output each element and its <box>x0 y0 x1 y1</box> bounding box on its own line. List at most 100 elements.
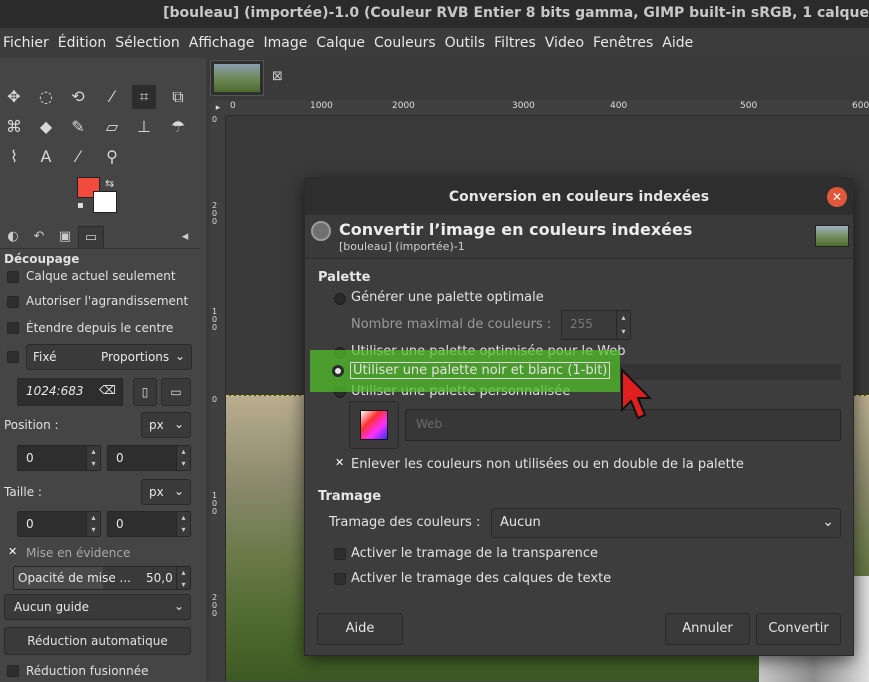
dock-menu-icon[interactable]: ◂ <box>172 226 198 248</box>
menu-fichier[interactable]: Fichier <box>3 35 49 51</box>
tab-devices-icon[interactable]: ▭ <box>78 226 104 248</box>
paintbrush-icon[interactable]: ✎ <box>66 115 90 139</box>
transform-tool-icon[interactable]: ⧉ <box>166 85 190 109</box>
clear-icon[interactable]: ⌫ <box>99 383 116 397</box>
generate-palette-label[interactable]: Générer une palette optimale <box>351 290 544 305</box>
dither-transparency-label[interactable]: Activer le tramage de la transparence <box>351 546 598 561</box>
highlight-opacity-label: Opacité de mise ... <box>18 571 131 585</box>
background-color[interactable] <box>93 191 117 213</box>
fixed-checkbox[interactable] <box>7 351 19 363</box>
fixed-mode-combo[interactable]: Fixé Proportions ⌄ <box>26 344 192 370</box>
tab-images-icon[interactable]: ▣ <box>52 226 78 248</box>
highlight-opacity-value: 50,0 <box>146 571 173 585</box>
bw-palette-radio[interactable] <box>332 365 344 377</box>
guides-combo[interactable]: Aucun guide ⌄ <box>4 594 191 620</box>
menu-video[interactable]: Video <box>545 35 584 51</box>
dither-text-layers-label[interactable]: Activer le tramage des calques de texte <box>351 571 611 586</box>
dialog-header-subtitle: [bouleau] (importée)-1 <box>339 240 465 253</box>
clone-tool-icon[interactable]: ⊥ <box>132 115 156 139</box>
swap-colors-icon[interactable]: ⇆ <box>105 177 114 190</box>
menu-couleurs[interactable]: Couleurs <box>374 35 436 51</box>
menu-selection[interactable]: Sélection <box>115 35 180 51</box>
generate-palette-radio[interactable] <box>334 293 346 305</box>
size-w-input[interactable]: 0 ▴ ▾ <box>17 511 101 537</box>
tool-options-title: Découpage <box>4 252 80 266</box>
spin-arrows-icon[interactable]: ▴ ▾ <box>176 567 190 589</box>
ruler-tick: 600 <box>852 101 869 111</box>
ruler-tick: 200 <box>212 201 218 226</box>
chevron-down-icon: ⌄ <box>173 599 184 613</box>
menu-fenetres[interactable]: Fenêtres <box>593 35 653 51</box>
highlight-checkbox[interactable] <box>7 545 19 560</box>
ellipse-select-icon[interactable]: ◌ <box>34 85 58 109</box>
bw-palette-label[interactable]: Utiliser une palette noir et blanc (1-bi… <box>350 362 611 379</box>
menu-outils[interactable]: Outils <box>445 35 485 51</box>
size-unit-combo[interactable]: px ⌄ <box>141 479 191 505</box>
dither-transparency-checkbox[interactable] <box>334 548 346 560</box>
size-w-value: 0 <box>26 517 34 531</box>
move-tool-icon[interactable]: ✥ <box>2 85 26 109</box>
color-dither-combo[interactable]: Aucun ⌄ <box>491 508 841 538</box>
spin-arrows-icon[interactable]: ▴ ▾ <box>86 446 100 470</box>
warp-tool-icon[interactable]: ⌘ <box>2 115 26 139</box>
paths-tool-icon[interactable]: ⌇ <box>2 145 26 169</box>
dialog-header-title: Convertir l’image en couleurs indexées <box>339 220 693 239</box>
position-x-input[interactable]: 0 ▴ ▾ <box>17 445 101 471</box>
dialog-title: Conversion en couleurs indexées <box>448 189 710 205</box>
image-tab[interactable] <box>210 60 264 96</box>
mouse-pointer-icon <box>621 368 652 420</box>
color-picker-icon[interactable]: ⁄ <box>66 145 90 169</box>
highlight-opacity-slider[interactable]: Opacité de mise ... 50,0 ▴ ▾ <box>13 566 191 590</box>
tab-undo-icon[interactable]: ↶ <box>26 226 52 248</box>
dither-text-layers-checkbox[interactable] <box>334 573 346 585</box>
remove-unused-label[interactable]: Enlever les couleurs non utilisées ou en… <box>351 457 744 472</box>
zoom-tool-icon[interactable]: ⚲ <box>100 145 124 169</box>
spin-arrows-icon[interactable]: ▴ ▾ <box>176 446 190 470</box>
help-button[interactable]: Aide <box>317 613 403 645</box>
spin-arrows-icon[interactable]: ▴ ▾ <box>86 512 100 536</box>
cancel-button[interactable]: Annuler <box>665 613 750 645</box>
menu-aide[interactable]: Aide <box>662 35 693 51</box>
allow-growing-checkbox[interactable] <box>7 296 19 308</box>
ruler-tick: 3000 <box>512 101 535 111</box>
indexed-mode-icon <box>311 221 331 241</box>
lasso-icon[interactable]: ⟲ <box>66 85 90 109</box>
menu-edition[interactable]: Édition <box>58 35 106 51</box>
position-unit-combo[interactable]: px ⌄ <box>141 412 191 438</box>
smudge-tool-icon[interactable]: ☂ <box>166 115 190 139</box>
text-tool-icon[interactable]: A <box>34 145 58 169</box>
menu-calque[interactable]: Calque <box>316 35 365 51</box>
chevron-down-icon: ⌄ <box>173 484 184 498</box>
landscape-icon[interactable]: ▭ <box>161 378 191 406</box>
ruler-corner-icon[interactable]: ▸ <box>210 100 226 116</box>
ruler-tick: 100 <box>212 491 218 516</box>
position-y-input[interactable]: 0 ▴ ▾ <box>107 445 191 471</box>
tab-tool-options-icon[interactable]: ◐ <box>0 226 26 248</box>
close-icon[interactable]: ⊠ <box>272 69 283 84</box>
ratio-input[interactable]: 1024:683 ⌫ <box>17 378 123 406</box>
expand-from-center-checkbox[interactable] <box>7 322 19 334</box>
close-icon[interactable]: ✕ <box>827 187 847 207</box>
size-h-input[interactable]: 0 ▴ ▾ <box>107 511 191 537</box>
crop-tool-icon[interactable]: ⌗ <box>132 85 156 109</box>
menu-image[interactable]: Image <box>264 35 308 51</box>
image-thumbnail <box>214 64 260 92</box>
current-layer-only-checkbox[interactable] <box>7 271 19 283</box>
portrait-icon[interactable]: ▯ <box>133 378 157 406</box>
eraser-icon[interactable]: ▱ <box>100 115 124 139</box>
fuzzy-select-icon[interactable]: ⁄ <box>100 85 124 109</box>
menu-affichage[interactable]: Affichage <box>189 35 255 51</box>
menu-filtres[interactable]: Filtres <box>494 35 536 51</box>
vertical-ruler: 0 200 100 0 100 200 <box>210 116 226 681</box>
menu-bar: Fichier Édition Sélection Affichage Imag… <box>0 28 869 58</box>
reset-colors-icon[interactable]: ▪ <box>77 200 84 211</box>
bucket-fill-icon[interactable]: ◆ <box>34 115 58 139</box>
auto-shrink-button[interactable]: Réduction automatique <box>4 627 191 655</box>
shrink-merged-checkbox[interactable] <box>7 665 19 677</box>
remove-unused-checkbox[interactable] <box>334 456 346 471</box>
ruler-tick: 0 <box>212 395 218 404</box>
indexed-conversion-dialog: Conversion en couleurs indexées ✕ Conver… <box>304 178 854 656</box>
palette-button[interactable] <box>349 401 399 449</box>
convert-button[interactable]: Convertir <box>756 613 841 645</box>
spin-arrows-icon[interactable]: ▴ ▾ <box>176 512 190 536</box>
